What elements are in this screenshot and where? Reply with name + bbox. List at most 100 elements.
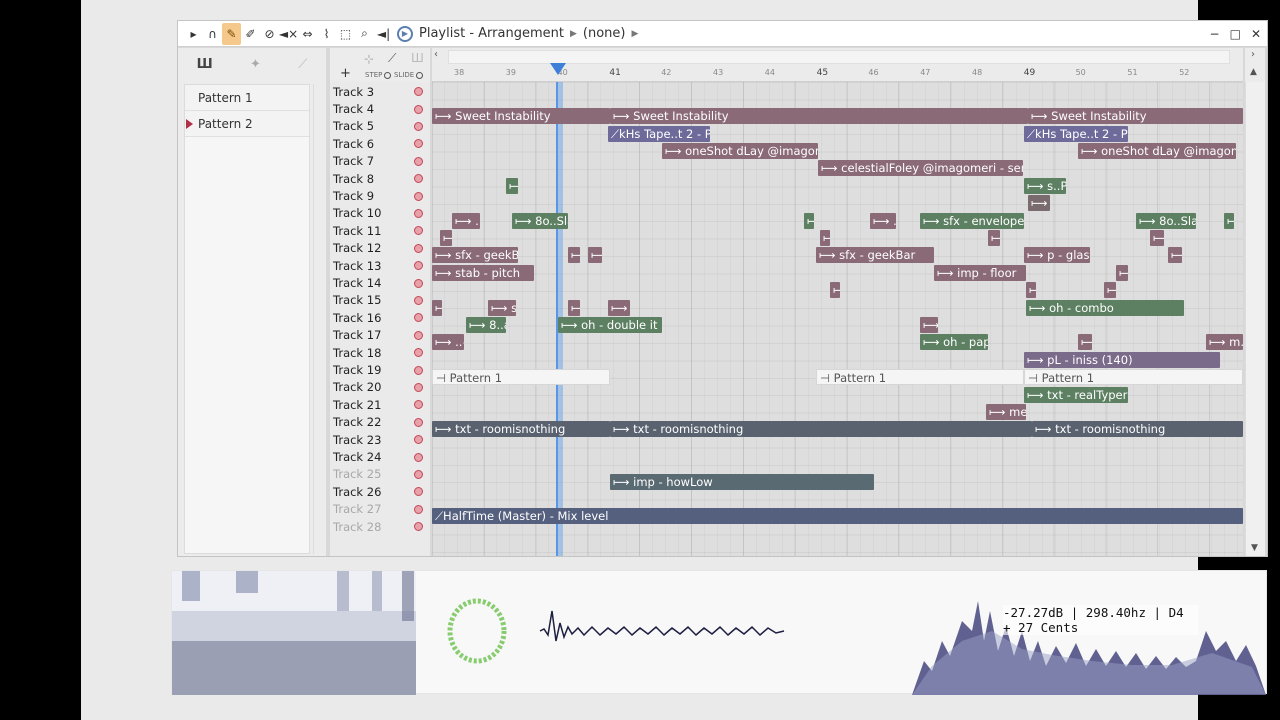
playlist-clip[interactable]: ⟼ me..il: [986, 403, 1026, 420]
pattern-item[interactable]: Pattern 1: [185, 85, 309, 111]
playlist-clip[interactable]: ⟋kHs Tape..t 2 - Play: [608, 125, 710, 142]
playlist-clip[interactable]: ⟼: [1150, 229, 1164, 246]
track-header[interactable]: Track 25: [330, 466, 430, 483]
selection-label[interactable]: (none): [583, 26, 626, 41]
timeline-ruler[interactable]: ‹ 38 39 40 41 42 43 44 45 46 47 48 49 50 51 52: [432, 48, 1243, 82]
track-header[interactable]: Track 23: [330, 431, 430, 448]
playlist-clip[interactable]: ⟼ stab - pitch: [432, 264, 534, 281]
track-mute-icon[interactable]: [414, 121, 423, 131]
playlist-clip[interactable]: ⟼: [920, 316, 938, 333]
track-header[interactable]: Track 26: [330, 483, 430, 500]
snap-icon[interactable]: ⊹: [364, 52, 374, 66]
close-button[interactable]: ✕: [1251, 27, 1261, 41]
pattern-mode-icon[interactable]: Ш: [197, 57, 213, 72]
playlist-clip[interactable]: ⟼: [830, 282, 840, 299]
track-mute-icon[interactable]: [414, 313, 423, 323]
playlist-clip[interactable]: ⟼: [1104, 282, 1116, 299]
playlist-clip[interactable]: ⟼ oh - pape: [920, 334, 988, 351]
track-mute-icon[interactable]: [414, 469, 423, 479]
playlist-clip[interactable]: ⟼: [988, 229, 1000, 246]
track-header[interactable]: Track 18: [330, 344, 430, 361]
slice-icon[interactable]: ⌇: [317, 23, 336, 45]
track-mute-icon[interactable]: [414, 435, 423, 445]
playlist-clip[interactable]: ⟼ s..Pay: [1024, 177, 1066, 194]
scroll-down-icon[interactable]: ▼: [1251, 543, 1258, 553]
track-header[interactable]: Track 4: [330, 100, 430, 117]
maximize-button[interactable]: □: [1230, 27, 1241, 41]
playlist-clip[interactable]: ⟼ oneShot dLay @imagomeri: [662, 142, 818, 159]
track-header[interactable]: Track 14: [330, 274, 430, 291]
scroll-left-icon[interactable]: ‹: [434, 49, 438, 60]
playlist-clip[interactable]: ⟼: [568, 299, 580, 316]
magnet-icon[interactable]: ∩: [203, 23, 222, 45]
track-header[interactable]: Track 24: [330, 448, 430, 465]
playlist-clip[interactable]: ⟼ ..: [1028, 195, 1050, 212]
track-header[interactable]: Track 22: [330, 414, 430, 431]
playlist-clip[interactable]: ⟼: [608, 299, 630, 316]
playlist-clip[interactable]: ⟼: [440, 229, 452, 246]
delete-icon[interactable]: ⊘: [260, 23, 279, 45]
playlist-clip[interactable]: ⟼ oneShot dLay @imagomeri: [1078, 142, 1236, 159]
playlist-clip[interactable]: ⟼ 8..am: [466, 316, 506, 333]
playlist-clip[interactable]: ⟼ txt - roomisnothing: [610, 421, 1032, 438]
playlist-clip[interactable]: ⟼: [1224, 212, 1234, 229]
playlist-clip[interactable]: ⟼: [568, 247, 580, 264]
track-header[interactable]: Track 21: [330, 396, 430, 413]
pencil-icon[interactable]: ✎: [222, 22, 241, 45]
track-mute-icon[interactable]: [414, 174, 423, 184]
playlist-clip[interactable]: ⟼ m..p: [1206, 334, 1243, 351]
playlist-clip[interactable]: ⟼ ..p: [452, 212, 480, 229]
scroll-up-icon[interactable]: ▲: [1250, 67, 1257, 77]
playlist-clip[interactable]: ⟼ txt - roomisnothing: [1032, 421, 1243, 438]
track-mute-icon[interactable]: [414, 417, 423, 427]
playlist-clip[interactable]: ⟼: [506, 177, 518, 194]
playlist-clip[interactable]: ⟼ imp - howLow: [610, 473, 874, 490]
zoom-icon[interactable]: ⌕: [355, 23, 374, 45]
playlist-clip[interactable]: ⟼ txt - realTyper: [1024, 386, 1128, 403]
track-mute-icon[interactable]: [414, 156, 423, 166]
track-header[interactable]: Track 15: [330, 292, 430, 309]
playlist-clip[interactable]: ⟼ sfx - envelope: [920, 212, 1024, 229]
playlist-clip[interactable]: ⟼: [804, 212, 814, 229]
automation-mode-icon[interactable]: ⟋: [298, 57, 307, 72]
pattern-item-selected[interactable]: Pattern 2: [185, 111, 309, 137]
minimize-button[interactable]: −: [1210, 27, 1220, 41]
track-mute-icon[interactable]: [414, 278, 423, 288]
playlist-clip[interactable]: ⟼ imp - floor: [934, 264, 1026, 281]
slip-icon[interactable]: ⇔: [298, 23, 317, 45]
playlist-clip[interactable]: ⟼ oh - combo: [1026, 299, 1184, 316]
track-header[interactable]: Track 5: [330, 118, 430, 135]
track-mute-icon[interactable]: [414, 208, 423, 218]
playlist-clip[interactable]: ⟼: [588, 247, 602, 264]
track-mute-icon[interactable]: [414, 261, 423, 271]
playlist-clip[interactable]: ⟼ pL - iniss (140): [1024, 351, 1220, 368]
track-header[interactable]: Track 10: [330, 205, 430, 222]
track-mute-icon[interactable]: [414, 104, 423, 114]
track-header[interactable]: Track 8: [330, 170, 430, 187]
track-mute-icon[interactable]: [414, 522, 423, 532]
playlist-clip[interactable]: ⊣ Pattern 1: [816, 369, 1024, 386]
playlist-clip[interactable]: ⟼ sfx - geekBar: [816, 247, 934, 264]
slide-toggle[interactable]: SLIDE: [394, 71, 424, 79]
track-header[interactable]: Track 9: [330, 187, 430, 204]
playlist-clip[interactable]: ⟼ 8o..Slam: [1136, 212, 1196, 229]
playlist-clip[interactable]: ⟼ ..p: [870, 212, 896, 229]
playlist-clip[interactable]: ⟼ sfx - geekBar: [432, 247, 518, 264]
track-mute-icon[interactable]: [414, 400, 423, 410]
track-mute-icon[interactable]: [414, 87, 423, 97]
playhead-marker-icon[interactable]: [550, 63, 566, 75]
audio-mode-icon[interactable]: ✦: [250, 57, 261, 72]
track-mute-icon[interactable]: [414, 191, 423, 201]
playlist-clip[interactable]: ⟋kHs Tape..t 2 - Play: [1024, 125, 1128, 142]
playlist-clip[interactable]: ⟼ Sweet Instability: [610, 108, 1028, 125]
playlist-clip[interactable]: ⟼: [1168, 247, 1182, 264]
playlist-clip[interactable]: ⟋HalfTime (Master) - Mix level: [432, 508, 1243, 525]
track-mute-icon[interactable]: [414, 487, 423, 497]
link-icon[interactable]: ⟋: [388, 51, 396, 66]
track-header[interactable]: Track 20: [330, 379, 430, 396]
playlist-clip[interactable]: ⟼ oh - double it: [558, 316, 662, 333]
track-header[interactable]: Track 6: [330, 135, 430, 152]
paint-icon[interactable]: ✐: [241, 23, 260, 45]
playlist-clip[interactable]: ⊣ Pattern 1: [432, 369, 610, 386]
playlist-clip[interactable]: ⟼ 8o..Slam: [512, 212, 568, 229]
